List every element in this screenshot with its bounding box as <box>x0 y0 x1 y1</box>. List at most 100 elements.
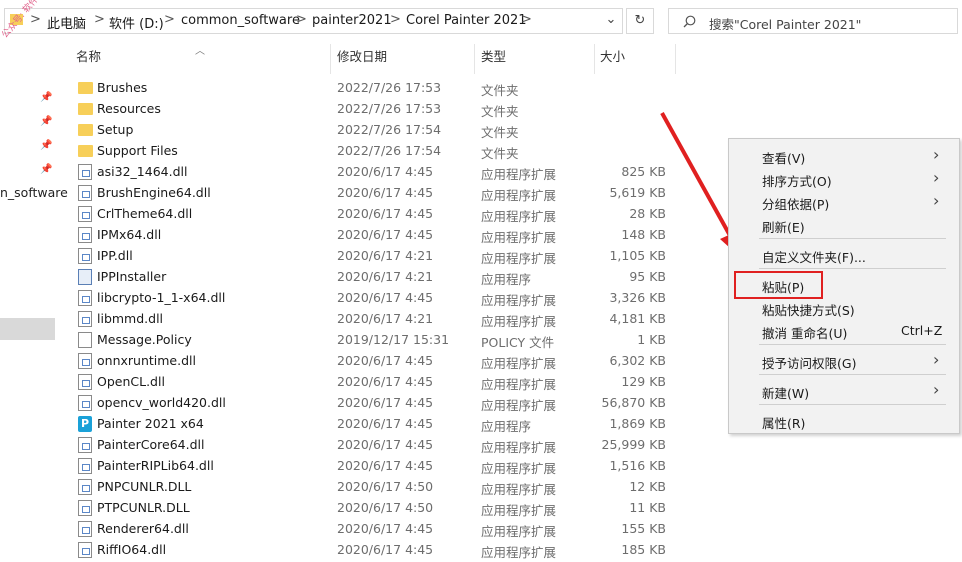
column-header-size[interactable]: 大小 <box>600 46 625 72</box>
file-type: 应用程序扩展 <box>481 482 557 497</box>
menu-separator <box>759 238 946 239</box>
dll-file-icon <box>78 437 92 453</box>
file-name: IPPInstaller <box>97 269 167 284</box>
menu-item-group[interactable]: 分组依据(P) › <box>729 190 959 212</box>
file-row[interactable]: Support Files 2022/7/26 17:54 文件夹 <box>0 141 700 162</box>
file-row[interactable]: libmmd.dll 2020/6/17 4:21 应用程序扩展 4,181 KB <box>0 309 700 330</box>
column-divider[interactable] <box>675 44 676 74</box>
file-date: 2022/7/26 17:53 <box>337 80 442 95</box>
file-row[interactable]: PainterRIPLib64.dll 2020/6/17 4:45 应用程序扩展 1… <box>0 456 700 477</box>
file-date: 2020/6/17 4:45 <box>337 227 434 242</box>
address-dropdown-button[interactable]: ⌄ <box>597 8 625 34</box>
menu-item-properties[interactable]: 属性(R) <box>729 409 959 431</box>
column-divider[interactable] <box>594 44 595 74</box>
file-row[interactable]: PTPCUNLR.DLL 2020/6/17 4:50 应用程序扩展 11 KB <box>0 498 700 519</box>
file-date: 2020/6/17 4:45 <box>337 164 434 179</box>
file-name: libcrypto-1_1-x64.dll <box>97 290 226 305</box>
breadcrumb-corel-painter-2021[interactable]: Corel Painter 2021 <box>406 13 527 28</box>
breadcrumb-separator: > <box>521 12 532 27</box>
paste-highlight-box <box>734 271 823 299</box>
file-row[interactable]: IPP.dll 2020/6/17 4:21 应用程序扩展 1,105 KB <box>0 246 700 267</box>
file-date: 2020/6/17 4:45 <box>337 290 434 305</box>
folder-icon <box>78 124 93 136</box>
chevron-right-icon: › <box>933 145 940 164</box>
file-row[interactable]: Resources 2022/7/26 17:53 文件夹 <box>0 99 700 120</box>
menu-item-refresh[interactable]: 刷新(E) <box>729 213 959 235</box>
breadcrumb-painter2021[interactable]: painter2021 <box>312 13 392 28</box>
chevron-right-icon: › <box>933 168 940 187</box>
menu-separator <box>759 268 946 269</box>
file-row[interactable]: onnxruntime.dll 2020/6/17 4:45 应用程序扩展 6,302… <box>0 351 700 372</box>
file-row[interactable]: IPPInstaller 2020/6/17 4:21 应用程序 95 KB <box>0 267 700 288</box>
breadcrumb-separator: > <box>164 12 175 27</box>
breadcrumb-common-software[interactable]: common_software <box>181 13 300 28</box>
file-row[interactable]: RiffIO64.dll 2020/6/17 4:45 应用程序扩展 185 KB <box>0 540 700 561</box>
menu-item-sort[interactable]: 排序方式(O) › <box>729 167 959 189</box>
file-row[interactable]: Renderer64.dll 2020/6/17 4:45 应用程序扩展 155 KB <box>0 519 700 540</box>
breadcrumb-this-pc[interactable]: 此电脑 <box>47 13 86 32</box>
file-row[interactable]: BrushEngine64.dll 2020/6/17 4:45 应用程序扩展 5,6… <box>0 183 700 204</box>
file-size: 4,181 KB <box>609 311 666 326</box>
breadcrumb-separator: > <box>296 12 307 27</box>
refresh-icon: ↻ <box>634 13 646 28</box>
breadcrumb-separator: > <box>94 12 105 27</box>
file-type: 应用程序扩展 <box>481 188 557 203</box>
column-divider[interactable] <box>330 44 331 74</box>
breadcrumb-drive-d[interactable]: 软件 (D:) <box>109 13 164 32</box>
file-row[interactable]: IPMx64.dll 2020/6/17 4:45 应用程序扩展 148 KB <box>0 225 700 246</box>
column-header-type[interactable]: 类型 <box>481 46 506 72</box>
file-date: 2020/6/17 4:21 <box>337 311 434 326</box>
refresh-button[interactable]: ↻ <box>626 8 654 34</box>
file-row[interactable]: opencv_world420.dll 2020/6/17 4:45 应用程序扩展 5… <box>0 393 700 414</box>
menu-item-grant-access[interactable]: 授予访问权限(G) › <box>729 349 959 371</box>
file-type: 应用程序扩展 <box>481 503 557 518</box>
dll-file-icon <box>78 248 92 264</box>
file-name: Brushes <box>97 80 148 95</box>
menu-separator <box>759 344 946 345</box>
file-row[interactable]: Message.Policy 2019/12/17 15:31 POLICY 文件 1… <box>0 330 700 351</box>
file-name: asi32_1464.dll <box>97 164 188 179</box>
file-row[interactable]: Brushes 2022/7/26 17:53 文件夹 <box>0 78 700 99</box>
file-name: onnxruntime.dll <box>97 353 196 368</box>
file-size: 12 KB <box>629 479 666 494</box>
file-size: 6,302 KB <box>609 353 666 368</box>
file-date: 2020/6/17 4:45 <box>337 542 434 557</box>
file-type: 文件夹 <box>481 83 519 98</box>
file-size: 3,326 KB <box>609 290 666 305</box>
menu-item-undo-rename[interactable]: 撤消 重命名(U) Ctrl+Z <box>729 319 959 341</box>
file-row[interactable]: OpenCL.dll 2020/6/17 4:45 应用程序扩展 129 KB <box>0 372 700 393</box>
file-type: 文件夹 <box>481 125 519 140</box>
file-type: 应用程序扩展 <box>481 167 557 182</box>
file-row[interactable]: PNPCUNLR.DLL 2020/6/17 4:50 应用程序扩展 12 KB <box>0 477 700 498</box>
column-header-date[interactable]: 修改日期 <box>337 46 387 72</box>
search-placeholder: 搜索"Corel Painter 2021" <box>709 17 862 32</box>
dll-file-icon <box>78 227 92 243</box>
menu-item-customize-folder[interactable]: 自定义文件夹(F)... <box>729 243 959 265</box>
address-bar-row: > 此电脑 > 软件 (D:) > common_software > pain… <box>0 0 962 42</box>
search-icon <box>683 15 696 28</box>
file-row[interactable]: asi32_1464.dll 2020/6/17 4:45 应用程序扩展 825 KB <box>0 162 700 183</box>
search-box[interactable]: 搜索"Corel Painter 2021" <box>668 8 958 34</box>
menu-item-new[interactable]: 新建(W) › <box>729 379 959 401</box>
file-date: 2020/6/17 4:45 <box>337 353 434 368</box>
folder-icon <box>78 103 93 115</box>
file-row[interactable]: P Painter 2021 x64 2020/6/17 4:45 应用程序 1,869… <box>0 414 700 435</box>
file-date: 2020/6/17 4:45 <box>337 395 434 410</box>
file-name: OpenCL.dll <box>97 374 165 389</box>
file-name: opencv_world420.dll <box>97 395 226 410</box>
column-header-name[interactable]: 名称 <box>76 46 101 72</box>
file-row[interactable]: Setup 2022/7/26 17:54 文件夹 <box>0 120 700 141</box>
file-row[interactable]: CrlTheme64.dll 2020/6/17 4:45 应用程序扩展 28 KB <box>0 204 700 225</box>
menu-item-paste-shortcut[interactable]: 粘贴快捷方式(S) <box>729 296 959 318</box>
dll-file-icon <box>78 542 92 558</box>
file-row[interactable]: libcrypto-1_1-x64.dll 2020/6/17 4:45 应用程序扩… <box>0 288 700 309</box>
menu-item-view[interactable]: 查看(V) › <box>729 144 959 166</box>
file-row[interactable]: PainterCore64.dll 2020/6/17 4:45 应用程序扩展 25,… <box>0 435 700 456</box>
file-date: 2022/7/26 17:54 <box>337 122 442 137</box>
column-divider[interactable] <box>474 44 475 74</box>
dll-file-icon <box>78 458 92 474</box>
file-type: 应用程序扩展 <box>481 251 557 266</box>
chevron-right-icon: › <box>933 350 940 369</box>
folder-icon <box>78 82 93 94</box>
file-type: 应用程序 <box>481 272 532 287</box>
